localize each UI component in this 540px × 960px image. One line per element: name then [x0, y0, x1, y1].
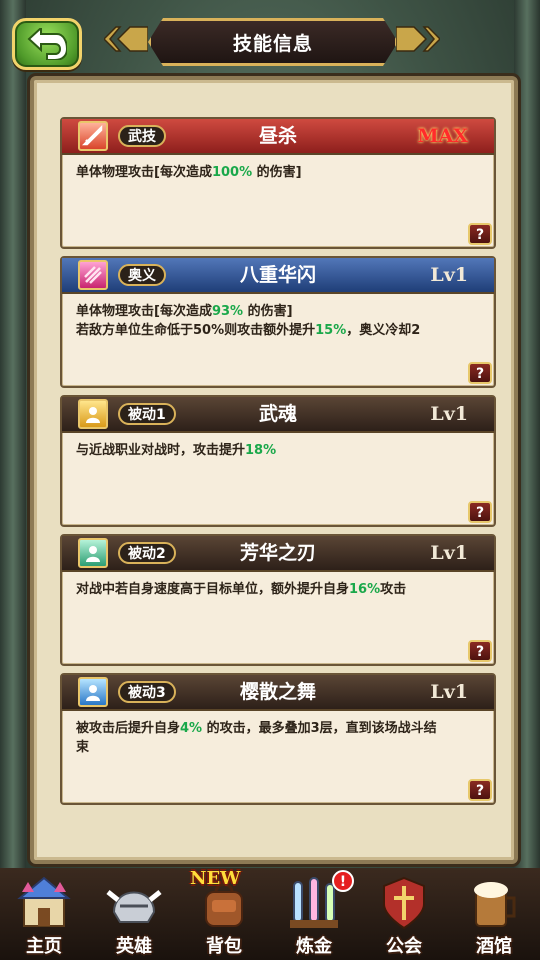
nav-item[interactable]: 英雄: [90, 868, 178, 960]
skill-name: 武魂: [258, 403, 297, 425]
beer-mug-icon: [464, 872, 524, 934]
skill-card: 被动2 芳华之刃 Lv1 对战中若自身速度高于目标单位，额外提升自身16%攻击?: [60, 534, 496, 666]
skill-card: 被动3 樱散之舞 Lv1 被攻击后提升自身4% 的攻击，最多叠加3层，直到该场战斗结束…: [60, 673, 496, 805]
nav-label: 公会: [386, 936, 422, 957]
skill-card-header: 被动3 樱散之舞 Lv1: [62, 675, 494, 711]
description-line: 单体物理攻击[每次造成93% 的伤害]: [76, 302, 480, 321]
skill-description: 被攻击后提升自身4% 的攻击，最多叠加3层，直到该场战斗结束: [62, 711, 494, 765]
skill-level: MAX: [417, 125, 468, 147]
description-text: 的伤害]: [252, 165, 302, 180]
description-text: 若敌方单位生命低于50%则攻击额外提升: [76, 323, 316, 338]
skill-card: 武技 昼杀 MAX 单体物理攻击[每次造成100% 的伤害]?: [60, 117, 496, 249]
description-text: 束: [76, 740, 90, 755]
new-badge: NEW: [190, 868, 241, 889]
header-left-arrows: [104, 26, 148, 52]
nav-label: 主页: [26, 936, 62, 957]
nav-item[interactable]: 主页: [0, 868, 88, 960]
page-title: 技能信息: [148, 18, 398, 66]
description-text: 单体物理攻击[每次造成: [76, 165, 212, 180]
nav-item[interactable]: ! 炼金: [270, 868, 358, 960]
highlight-value: 15%: [315, 323, 347, 338]
description-text: 单体物理攻击[每次造成: [76, 304, 212, 319]
nav-label: 炼金: [296, 936, 332, 957]
bottom-nav: 主页 英雄 NEW 背包! 炼金 公会 酒馆: [0, 868, 540, 960]
help-button[interactable]: ?: [468, 362, 492, 384]
description-line: 对战中若自身速度高于目标单位，额外提升自身16%攻击: [76, 580, 480, 599]
skill-description: 单体物理攻击[每次造成100% 的伤害]: [62, 155, 494, 190]
description-line: 若敌方单位生命低于50%则攻击额外提升15%，奥义冷却2: [76, 321, 480, 340]
skill-card: 被动1 武魂 Lv1 与近战职业对战时，攻击提升18%?: [60, 395, 496, 527]
skill-name: 八重华闪: [239, 264, 316, 286]
header-right-arrows: [396, 26, 440, 52]
skill-card: 奥义 八重华闪 Lv1 单体物理攻击[每次造成93% 的伤害] 若敌方单位生命低于50%…: [60, 256, 496, 388]
alert-badge: !: [332, 870, 354, 892]
skill-card-header: 被动1 武魂 Lv1: [62, 397, 494, 433]
nav-item[interactable]: 公会: [360, 868, 448, 960]
skill-card-header: 武技 昼杀 MAX: [62, 119, 494, 155]
description-text: 被攻击后提升自身: [76, 721, 181, 736]
description-text: 与近战职业对战时，攻击提升: [76, 443, 246, 458]
description-text: ，奥义冷却2: [346, 323, 421, 338]
skill-description: 与近战职业对战时，攻击提升18%: [62, 433, 494, 468]
skill-level: Lv1: [430, 681, 468, 703]
skill-name: 樱散之舞: [239, 681, 316, 703]
highlight-value: 18%: [245, 443, 277, 458]
highlight-value: 16%: [349, 582, 381, 597]
skill-level: Lv1: [430, 542, 468, 564]
skill-card-header: 被动2 芳华之刃 Lv1: [62, 536, 494, 572]
castle-icon: [14, 872, 74, 934]
skill-description: 对战中若自身速度高于目标单位，额外提升自身16%攻击: [62, 572, 494, 607]
nav-item[interactable]: 酒馆: [450, 868, 538, 960]
nav-label: 酒馆: [476, 936, 512, 957]
skill-description: 单体物理攻击[每次造成93% 的伤害] 若敌方单位生命低于50%则攻击额外提升15…: [62, 294, 494, 348]
skill-level: Lv1: [430, 403, 468, 425]
highlight-value: 100%: [211, 165, 253, 180]
nav-item[interactable]: NEW 背包: [180, 868, 268, 960]
description-line: 被攻击后提升自身4% 的攻击，最多叠加3层，直到该场战斗结: [76, 719, 480, 738]
description-text: 攻击: [380, 582, 407, 597]
description-line: 束: [76, 738, 480, 757]
left-pillar: [0, 0, 26, 870]
guild-shield-icon: [374, 872, 434, 934]
back-arrow-icon: [27, 28, 67, 60]
help-button[interactable]: ?: [468, 501, 492, 523]
help-button[interactable]: ?: [468, 640, 492, 662]
skill-level: Lv1: [430, 264, 468, 286]
skill-name: 芳华之刃: [239, 542, 316, 564]
description-text: 的伤害]: [243, 304, 293, 319]
highlight-value: 4%: [180, 721, 203, 736]
nav-label: 背包: [206, 936, 242, 957]
description-line: 与近战职业对战时，攻击提升18%: [76, 441, 480, 460]
highlight-value: 93%: [211, 304, 244, 319]
knight-helmet-icon: [104, 872, 164, 934]
help-button[interactable]: ?: [468, 779, 492, 801]
back-button[interactable]: [12, 18, 82, 70]
nav-label: 英雄: [116, 936, 152, 957]
description-text: 的攻击，最多叠加3层，直到该场战斗结: [202, 721, 437, 736]
description-line: 单体物理攻击[每次造成100% 的伤害]: [76, 163, 480, 182]
skill-card-header: 奥义 八重华闪 Lv1: [62, 258, 494, 294]
description-text: 对战中若自身速度高于目标单位，额外提升自身: [76, 582, 350, 597]
help-button[interactable]: ?: [468, 223, 492, 245]
